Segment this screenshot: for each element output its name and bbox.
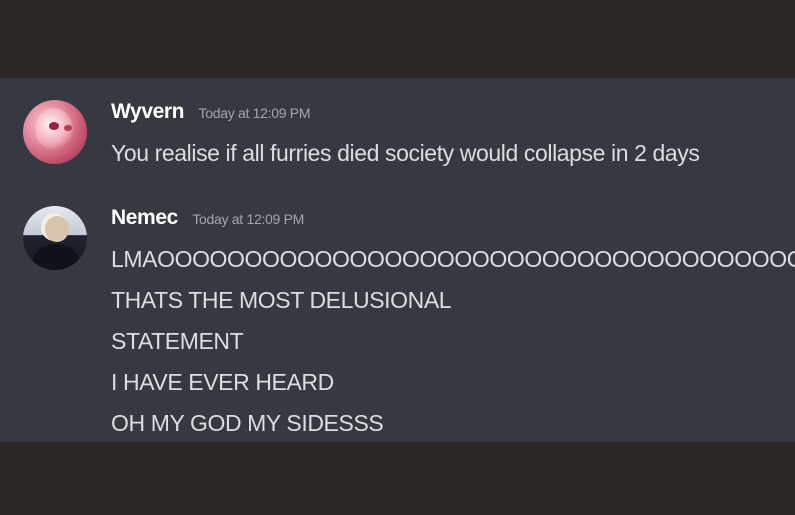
message-text: THATS THE MOST DELUSIONAL [111,287,452,313]
timestamp: Today at 12:09 PM [192,211,304,227]
message-text: I HAVE EVER HEARD [111,369,334,395]
message-text: STATEMENT [111,328,244,354]
message-header: Wyvern Today at 12:09 PM [111,100,310,124]
avatar[interactable] [23,206,87,270]
avatar[interactable] [23,100,87,164]
chat-message-list: Wyvern Today at 12:09 PM You realise if … [0,78,795,442]
message-text: OH MY GOD MY SIDESSS [111,410,384,436]
message-header: Nemec Today at 12:09 PM [111,206,304,230]
message-text: LMAOOOOOOOOOOOOOOOOOOOOOOOOOOOOOOOOOOOOO… [111,246,795,272]
message-text: You realise if all furries died society … [111,140,700,166]
username[interactable]: Nemec [111,206,178,229]
timestamp: Today at 12:09 PM [198,105,311,121]
username[interactable]: Wyvern [111,100,184,123]
